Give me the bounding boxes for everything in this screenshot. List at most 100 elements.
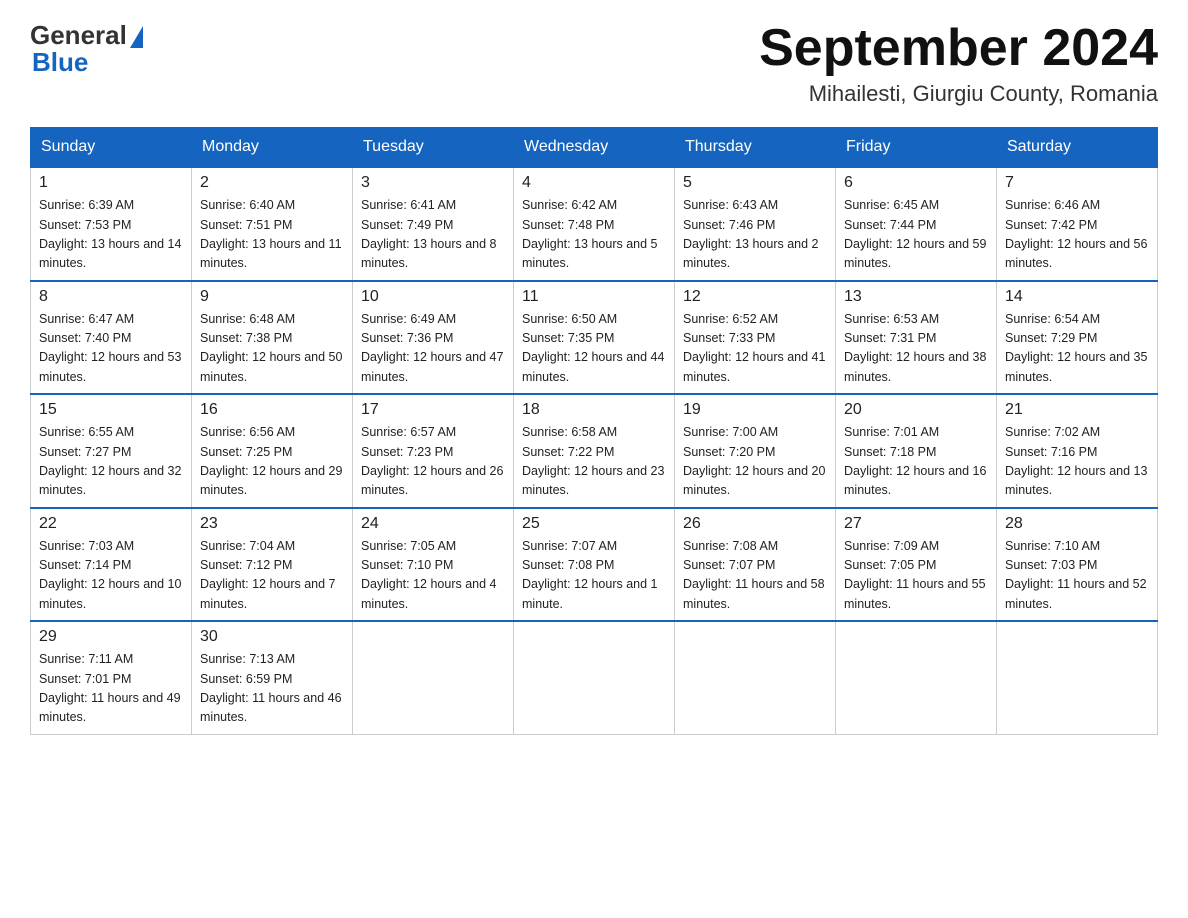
- table-row: 15 Sunrise: 6:55 AMSunset: 7:27 PMDaylig…: [31, 394, 192, 508]
- logo: General Blue: [30, 20, 143, 78]
- table-row: 12 Sunrise: 6:52 AMSunset: 7:33 PMDaylig…: [675, 281, 836, 395]
- day-info: Sunrise: 7:04 AMSunset: 7:12 PMDaylight:…: [200, 539, 336, 611]
- calendar-header-row: Sunday Monday Tuesday Wednesday Thursday…: [31, 128, 1158, 168]
- day-info: Sunrise: 6:56 AMSunset: 7:25 PMDaylight:…: [200, 425, 342, 497]
- day-info: Sunrise: 6:48 AMSunset: 7:38 PMDaylight:…: [200, 312, 342, 384]
- day-info: Sunrise: 6:42 AMSunset: 7:48 PMDaylight:…: [522, 198, 658, 270]
- table-row: 7 Sunrise: 6:46 AMSunset: 7:42 PMDayligh…: [997, 167, 1158, 281]
- col-thursday: Thursday: [675, 128, 836, 168]
- col-friday: Friday: [836, 128, 997, 168]
- table-row: 20 Sunrise: 7:01 AMSunset: 7:18 PMDaylig…: [836, 394, 997, 508]
- title-area: September 2024 Mihailesti, Giurgiu Count…: [759, 20, 1158, 107]
- table-row: 18 Sunrise: 6:58 AMSunset: 7:22 PMDaylig…: [514, 394, 675, 508]
- day-info: Sunrise: 7:11 AMSunset: 7:01 PMDaylight:…: [39, 652, 181, 724]
- day-info: Sunrise: 6:41 AMSunset: 7:49 PMDaylight:…: [361, 198, 497, 270]
- day-number: 10: [361, 288, 505, 306]
- day-number: 29: [39, 628, 183, 646]
- col-sunday: Sunday: [31, 128, 192, 168]
- day-info: Sunrise: 6:49 AMSunset: 7:36 PMDaylight:…: [361, 312, 503, 384]
- day-info: Sunrise: 7:01 AMSunset: 7:18 PMDaylight:…: [844, 425, 986, 497]
- col-monday: Monday: [192, 128, 353, 168]
- day-number: 5: [683, 174, 827, 192]
- day-info: Sunrise: 6:53 AMSunset: 7:31 PMDaylight:…: [844, 312, 986, 384]
- day-info: Sunrise: 6:55 AMSunset: 7:27 PMDaylight:…: [39, 425, 181, 497]
- table-row: 21 Sunrise: 7:02 AMSunset: 7:16 PMDaylig…: [997, 394, 1158, 508]
- day-number: 30: [200, 628, 344, 646]
- day-info: Sunrise: 7:03 AMSunset: 7:14 PMDaylight:…: [39, 539, 181, 611]
- day-info: Sunrise: 6:54 AMSunset: 7:29 PMDaylight:…: [1005, 312, 1147, 384]
- day-number: 8: [39, 288, 183, 306]
- calendar-week-row: 29 Sunrise: 7:11 AMSunset: 7:01 PMDaylig…: [31, 621, 1158, 734]
- table-row: [514, 621, 675, 734]
- table-row: 27 Sunrise: 7:09 AMSunset: 7:05 PMDaylig…: [836, 508, 997, 622]
- table-row: 28 Sunrise: 7:10 AMSunset: 7:03 PMDaylig…: [997, 508, 1158, 622]
- table-row: 26 Sunrise: 7:08 AMSunset: 7:07 PMDaylig…: [675, 508, 836, 622]
- day-number: 20: [844, 401, 988, 419]
- day-number: 6: [844, 174, 988, 192]
- day-number: 19: [683, 401, 827, 419]
- table-row: 22 Sunrise: 7:03 AMSunset: 7:14 PMDaylig…: [31, 508, 192, 622]
- day-info: Sunrise: 7:05 AMSunset: 7:10 PMDaylight:…: [361, 539, 497, 611]
- logo-blue-text: Blue: [30, 47, 88, 78]
- day-info: Sunrise: 6:58 AMSunset: 7:22 PMDaylight:…: [522, 425, 664, 497]
- table-row: 9 Sunrise: 6:48 AMSunset: 7:38 PMDayligh…: [192, 281, 353, 395]
- col-tuesday: Tuesday: [353, 128, 514, 168]
- calendar-week-row: 8 Sunrise: 6:47 AMSunset: 7:40 PMDayligh…: [31, 281, 1158, 395]
- header: General Blue September 2024 Mihailesti, …: [30, 20, 1158, 107]
- calendar-week-row: 1 Sunrise: 6:39 AMSunset: 7:53 PMDayligh…: [31, 167, 1158, 281]
- day-info: Sunrise: 6:39 AMSunset: 7:53 PMDaylight:…: [39, 198, 181, 270]
- table-row: 5 Sunrise: 6:43 AMSunset: 7:46 PMDayligh…: [675, 167, 836, 281]
- col-wednesday: Wednesday: [514, 128, 675, 168]
- day-info: Sunrise: 6:46 AMSunset: 7:42 PMDaylight:…: [1005, 198, 1147, 270]
- day-number: 23: [200, 515, 344, 533]
- day-number: 15: [39, 401, 183, 419]
- day-info: Sunrise: 6:45 AMSunset: 7:44 PMDaylight:…: [844, 198, 986, 270]
- table-row: 11 Sunrise: 6:50 AMSunset: 7:35 PMDaylig…: [514, 281, 675, 395]
- table-row: 29 Sunrise: 7:11 AMSunset: 7:01 PMDaylig…: [31, 621, 192, 734]
- table-row: 13 Sunrise: 6:53 AMSunset: 7:31 PMDaylig…: [836, 281, 997, 395]
- table-row: 3 Sunrise: 6:41 AMSunset: 7:49 PMDayligh…: [353, 167, 514, 281]
- day-number: 2: [200, 174, 344, 192]
- day-info: Sunrise: 7:00 AMSunset: 7:20 PMDaylight:…: [683, 425, 825, 497]
- day-number: 3: [361, 174, 505, 192]
- day-info: Sunrise: 7:10 AMSunset: 7:03 PMDaylight:…: [1005, 539, 1147, 611]
- day-number: 17: [361, 401, 505, 419]
- table-row: 10 Sunrise: 6:49 AMSunset: 7:36 PMDaylig…: [353, 281, 514, 395]
- day-number: 28: [1005, 515, 1149, 533]
- day-number: 1: [39, 174, 183, 192]
- day-info: Sunrise: 7:08 AMSunset: 7:07 PMDaylight:…: [683, 539, 825, 611]
- table-row: 23 Sunrise: 7:04 AMSunset: 7:12 PMDaylig…: [192, 508, 353, 622]
- month-title: September 2024: [759, 20, 1158, 77]
- day-number: 7: [1005, 174, 1149, 192]
- table-row: [997, 621, 1158, 734]
- day-number: 25: [522, 515, 666, 533]
- day-number: 16: [200, 401, 344, 419]
- day-info: Sunrise: 6:43 AMSunset: 7:46 PMDaylight:…: [683, 198, 819, 270]
- day-number: 9: [200, 288, 344, 306]
- table-row: 24 Sunrise: 7:05 AMSunset: 7:10 PMDaylig…: [353, 508, 514, 622]
- day-info: Sunrise: 7:13 AMSunset: 6:59 PMDaylight:…: [200, 652, 342, 724]
- day-info: Sunrise: 6:47 AMSunset: 7:40 PMDaylight:…: [39, 312, 181, 384]
- day-number: 18: [522, 401, 666, 419]
- table-row: [836, 621, 997, 734]
- table-row: 25 Sunrise: 7:07 AMSunset: 7:08 PMDaylig…: [514, 508, 675, 622]
- day-number: 12: [683, 288, 827, 306]
- day-info: Sunrise: 6:52 AMSunset: 7:33 PMDaylight:…: [683, 312, 825, 384]
- day-number: 11: [522, 288, 666, 306]
- day-number: 27: [844, 515, 988, 533]
- table-row: 1 Sunrise: 6:39 AMSunset: 7:53 PMDayligh…: [31, 167, 192, 281]
- calendar-week-row: 22 Sunrise: 7:03 AMSunset: 7:14 PMDaylig…: [31, 508, 1158, 622]
- day-number: 24: [361, 515, 505, 533]
- table-row: 6 Sunrise: 6:45 AMSunset: 7:44 PMDayligh…: [836, 167, 997, 281]
- day-info: Sunrise: 6:57 AMSunset: 7:23 PMDaylight:…: [361, 425, 503, 497]
- day-info: Sunrise: 6:40 AMSunset: 7:51 PMDaylight:…: [200, 198, 342, 270]
- col-saturday: Saturday: [997, 128, 1158, 168]
- day-info: Sunrise: 7:09 AMSunset: 7:05 PMDaylight:…: [844, 539, 986, 611]
- table-row: 30 Sunrise: 7:13 AMSunset: 6:59 PMDaylig…: [192, 621, 353, 734]
- day-number: 13: [844, 288, 988, 306]
- day-info: Sunrise: 6:50 AMSunset: 7:35 PMDaylight:…: [522, 312, 664, 384]
- table-row: 19 Sunrise: 7:00 AMSunset: 7:20 PMDaylig…: [675, 394, 836, 508]
- table-row: 4 Sunrise: 6:42 AMSunset: 7:48 PMDayligh…: [514, 167, 675, 281]
- calendar-week-row: 15 Sunrise: 6:55 AMSunset: 7:27 PMDaylig…: [31, 394, 1158, 508]
- day-info: Sunrise: 7:02 AMSunset: 7:16 PMDaylight:…: [1005, 425, 1147, 497]
